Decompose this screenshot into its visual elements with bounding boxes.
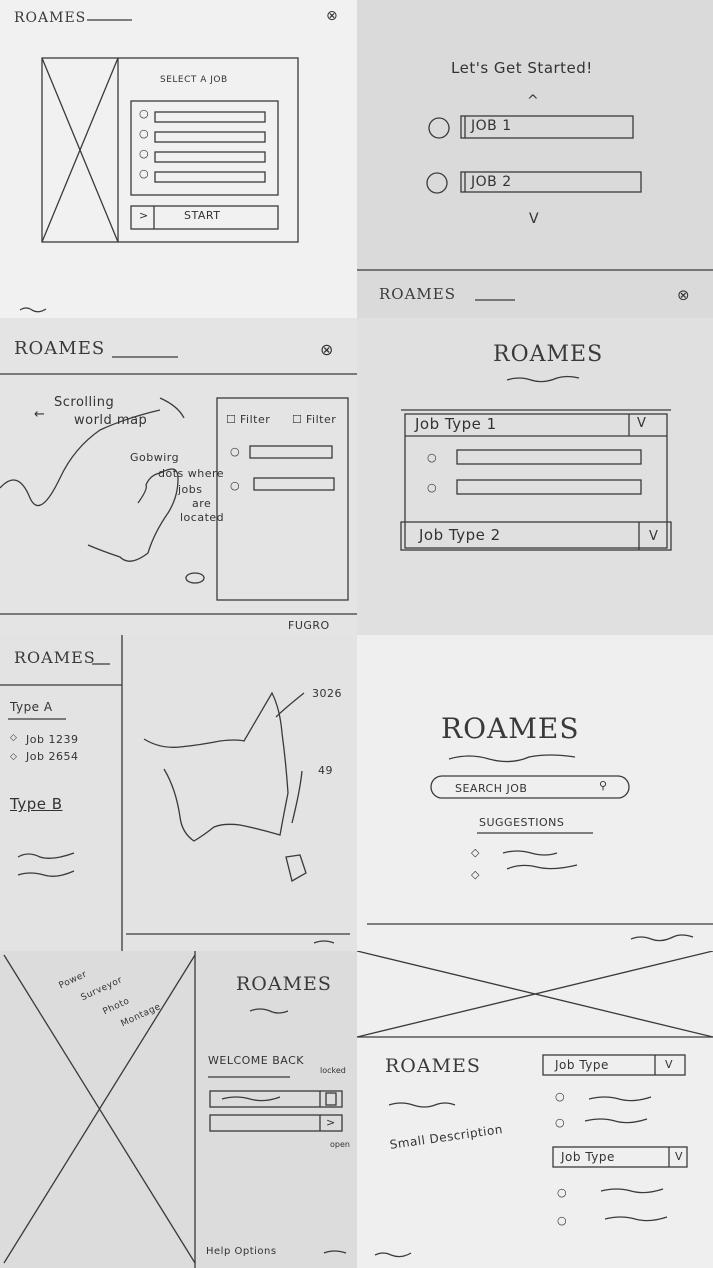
job-radio-2[interactable]: ○ xyxy=(427,482,437,493)
search-input[interactable]: SEARCH JOB xyxy=(455,783,527,794)
suggestion-bullet-icon: ◇ xyxy=(471,868,480,881)
app-logo: ROAMES xyxy=(14,648,96,667)
welcome-back-heading: WELCOME BACK xyxy=(208,1054,305,1067)
dropdown-chevron-icon[interactable]: V xyxy=(637,417,646,430)
search-icon[interactable]: ⚲ xyxy=(599,780,607,791)
sketch-sidebar-map-lines xyxy=(0,635,350,951)
suggestions-heading: SUGGESTIONS xyxy=(479,816,565,829)
scroll-down-icon[interactable]: V xyxy=(529,212,539,226)
sketch-welcome: Power Surveyor Photo Montage ROAMES WELC… xyxy=(0,951,357,1268)
type-b-label: Type B xyxy=(10,795,63,813)
app-logo: ROAMES xyxy=(385,1055,481,1077)
app-logo: ROAMES xyxy=(441,712,580,745)
pin-note-line-3: jobs xyxy=(178,483,203,496)
sketch-get-started-lines xyxy=(357,115,713,301)
sketch-sidebar-map: ROAMES Type A ◇ Job 1239 ◇ Job 2654 Type… xyxy=(0,635,357,951)
job-option-2[interactable]: JOB 2 xyxy=(471,175,512,189)
map-note-line-1: Scrolling xyxy=(54,395,115,410)
sketch-banner-jobs-lines xyxy=(357,951,713,1258)
map-note-line-2: world map xyxy=(74,413,148,428)
sketch-job-types: ROAMES Job Type 1 V ○ ○ Job Type 2 V xyxy=(357,318,713,635)
job-radio-4[interactable]: ○ xyxy=(139,168,149,179)
select-job-heading: SELECT A JOB xyxy=(160,75,228,85)
start-arrow-icon: > xyxy=(139,209,149,222)
result-radio-1[interactable]: ○ xyxy=(230,446,240,457)
job-type-1-header[interactable]: Job Type 1 xyxy=(415,417,497,432)
job-radio-3[interactable]: ○ xyxy=(557,1187,567,1198)
result-radio-2[interactable]: ○ xyxy=(230,480,240,491)
sketch-get-started: Let's Get Started! ^ JOB 1 JOB 2 V ROAME… xyxy=(357,0,713,318)
job-item-1[interactable]: Job 1239 xyxy=(26,734,78,745)
dropdown-chevron-icon[interactable]: V xyxy=(675,1151,683,1162)
locked-note: locked xyxy=(320,1066,346,1075)
job-option-1[interactable]: JOB 1 xyxy=(471,119,512,133)
close-icon[interactable]: ⊗ xyxy=(326,9,338,23)
close-icon[interactable]: ⊗ xyxy=(677,288,690,303)
job-radio-1[interactable]: ○ xyxy=(427,452,437,463)
job-radio-4[interactable]: ○ xyxy=(557,1215,567,1226)
job-radio-2[interactable]: ○ xyxy=(139,128,149,139)
job-radio-1[interactable]: ○ xyxy=(555,1091,565,1102)
job-radio-2[interactable]: ○ xyxy=(555,1117,565,1128)
sketch-map-filters: ROAMES ⊗ ← Scrolling world map Gobwirg d… xyxy=(0,318,357,635)
job-item-2[interactable]: Job 2654 xyxy=(26,751,78,762)
pin-note-line-4: are xyxy=(192,497,212,510)
app-logo: ROAMES xyxy=(14,10,87,26)
job-type-2-header[interactable]: Job Type 2 xyxy=(419,528,501,543)
job-radio-1[interactable]: ○ xyxy=(139,108,149,119)
map-note-arrow-icon: ← xyxy=(34,407,46,422)
scroll-up-icon[interactable]: ^ xyxy=(527,94,539,108)
job-bullet-icon: ◇ xyxy=(10,733,17,743)
suggestion-bullet-icon: ◇ xyxy=(471,846,480,859)
app-logo: ROAMES xyxy=(493,342,604,367)
type-a-label: Type A xyxy=(10,700,53,714)
sketch-select-job: ROAMES ⊗ SELECT A JOB ○ ○ ○ ○ > START xyxy=(0,0,357,318)
sketch-search-lines xyxy=(367,754,713,942)
job-bullet-icon: ◇ xyxy=(10,752,17,762)
job-radio-3[interactable]: ○ xyxy=(139,148,149,159)
filter-checkbox-1[interactable]: ☐ xyxy=(226,414,236,425)
sketch-search: ROAMES SEARCH JOB ⚲ SUGGESTIONS ◇ ◇ xyxy=(357,635,713,951)
dropdown-chevron-icon[interactable]: V xyxy=(649,530,658,543)
sketch-welcome-lines xyxy=(3,951,347,1268)
sketch-select-job-lines xyxy=(19,19,299,313)
app-logo: ROAMES xyxy=(236,973,332,995)
pin-note-line-5: located xyxy=(180,511,225,524)
pin-note-line-2: dots where xyxy=(158,467,225,480)
open-note: open xyxy=(330,1140,350,1149)
fugro-brand: FUGRO xyxy=(288,619,330,632)
app-logo-footer: ROAMES xyxy=(379,285,457,303)
sketch-banner-jobs: ROAMES Small Description Job Type V ○ ○ … xyxy=(357,951,713,1268)
job-count-label-1: 3026 xyxy=(312,687,342,700)
job-type-2-header[interactable]: Job Type xyxy=(561,1151,615,1163)
pin-note-line-1: Gobwirg xyxy=(130,451,180,464)
job-count-label-2: 49 xyxy=(318,764,333,777)
start-button[interactable]: START xyxy=(184,210,220,221)
job-type-1-header[interactable]: Job Type xyxy=(555,1059,609,1071)
close-icon[interactable]: ⊗ xyxy=(320,342,333,358)
filter-label-2: Filter xyxy=(306,413,337,426)
get-started-heading: Let's Get Started! xyxy=(451,59,593,77)
help-options-link[interactable]: Help Options xyxy=(206,1247,277,1257)
filter-checkbox-2[interactable]: ☐ xyxy=(292,414,302,425)
app-logo: ROAMES xyxy=(14,338,106,359)
dropdown-chevron-icon[interactable]: V xyxy=(665,1059,673,1070)
filter-label-1: Filter xyxy=(240,413,271,426)
open-arrow-icon[interactable]: > xyxy=(326,1117,335,1128)
